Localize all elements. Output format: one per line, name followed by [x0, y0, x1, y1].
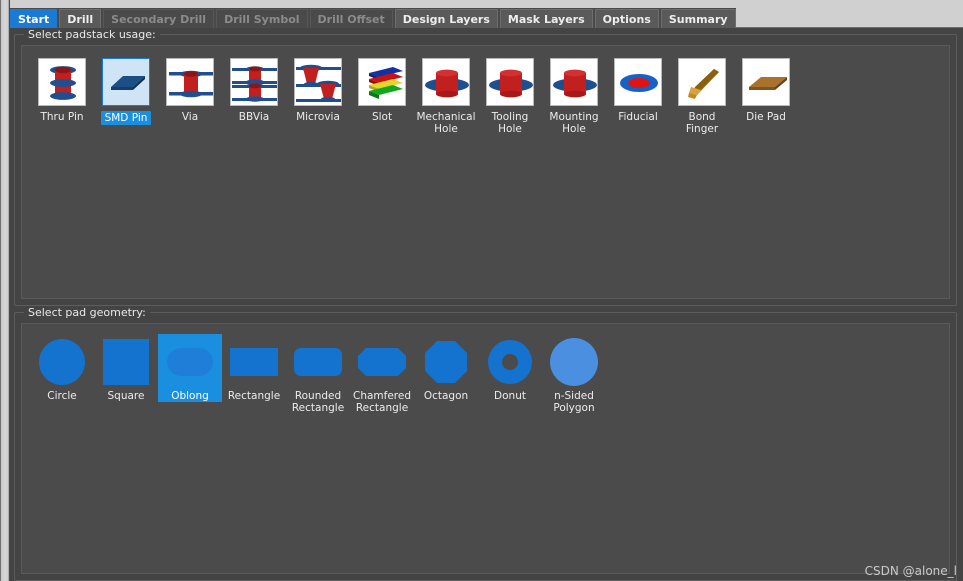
thru-pin-icon [38, 58, 86, 106]
tab-drill[interactable]: Drill [59, 9, 102, 28]
padstack-usage-item-thru-pin[interactable]: Thru Pin [30, 56, 94, 123]
die-pad-icon [742, 58, 790, 106]
circle-shape-icon [38, 338, 86, 386]
microvia-icon [294, 58, 342, 106]
padstack-usage-item-bbvia[interactable]: BBVia [222, 56, 286, 123]
slot-icon [358, 58, 406, 106]
pad-geometry-item-label: Square [107, 390, 145, 402]
pad-geometry-item-label: Octagon [423, 390, 469, 402]
padstack-usage-group: Select padstack usage: Thru Pin SMD Pin … [14, 28, 957, 306]
pad-geometry-item-oblong[interactable]: Oblong [158, 334, 222, 402]
pad-geometry-item-square[interactable]: Square [94, 334, 158, 402]
padstack-usage-item-label: BBVia [238, 111, 270, 123]
tab-design-layers[interactable]: Design Layers [394, 9, 498, 28]
pad-geometry-item-label: Chamfered Rectangle [352, 390, 412, 414]
main-content: Select padstack usage: Thru Pin SMD Pin … [0, 28, 963, 581]
pad-geometry-list: Circle Square Oblong Rectangle Rounded R… [30, 334, 941, 414]
pad-geometry-panel: Circle Square Oblong Rectangle Rounded R… [21, 323, 950, 574]
padstack-usage-item-fiducial[interactable]: Fiducial [606, 56, 670, 123]
padstack-usage-item-smd-pin[interactable]: SMD Pin [94, 56, 158, 125]
rectangle-shape-icon [230, 338, 278, 386]
padstack-usage-item-label: Mounting Hole [549, 111, 599, 135]
mechanical-hole-icon [422, 58, 470, 106]
pad-geometry-item-label: Circle [47, 390, 77, 402]
via-icon [166, 58, 214, 106]
padstack-usage-item-microvia[interactable]: Microvia [286, 56, 350, 123]
padstack-usage-item-label: Bond Finger [685, 111, 719, 135]
bond-finger-icon [678, 58, 726, 106]
padstack-usage-item-mounting-hole[interactable]: Mounting Hole [542, 56, 606, 135]
pad-geometry-group: Select pad geometry: Circle Square Oblon… [14, 306, 957, 581]
pad-geometry-item-label: Donut [494, 390, 526, 402]
padstack-usage-panel: Thru Pin SMD Pin Via BBVia Microvia Slot… [21, 45, 950, 299]
pad-geometry-item-label: Rectangle [227, 390, 281, 402]
padstack-usage-item-label: Tooling Hole [491, 111, 529, 135]
padstack-usage-legend: Select padstack usage: [24, 28, 160, 41]
tooling-hole-icon [486, 58, 534, 106]
octagon-shape-icon [422, 338, 470, 386]
pad-geometry-item-rounded-rectangle[interactable]: Rounded Rectangle [286, 334, 350, 414]
bbvia-icon [230, 58, 278, 106]
rounded-rectangle-shape-icon [294, 338, 342, 386]
mounting-hole-icon [550, 58, 598, 106]
padstack-usage-item-label: Thru Pin [40, 111, 84, 123]
padstack-editor-window: Start Drill Secondary Drill Drill Symbol Dri… [0, 0, 963, 581]
tab-start[interactable]: Start [10, 9, 58, 28]
pad-geometry-item-rectangle[interactable]: Rectangle [222, 334, 286, 402]
padstack-usage-item-slot[interactable]: Slot [350, 56, 414, 123]
padstack-usage-item-label: Microvia [296, 111, 340, 123]
padstack-usage-item-label: Fiducial [618, 111, 658, 123]
pad-geometry-item-label: Rounded Rectangle [291, 390, 345, 414]
pad-geometry-item-n-sided-polygon[interactable]: n-Sided Polygon [542, 334, 606, 414]
padstack-usage-list: Thru Pin SMD Pin Via BBVia Microvia Slot… [30, 56, 941, 135]
oblong-shape-icon [166, 338, 214, 386]
padstack-usage-item-tooling-hole[interactable]: Tooling Hole [478, 56, 542, 135]
tab-bar: Start Drill Secondary Drill Drill Symbol Dri… [0, 0, 963, 28]
padstack-usage-item-label: Mechanical Hole [416, 111, 476, 135]
fiducial-icon [614, 58, 662, 106]
tab-list: Start Drill Secondary Drill Drill Symbol Dri… [10, 8, 736, 28]
padstack-usage-item-mechanical-hole[interactable]: Mechanical Hole [414, 56, 478, 135]
window-left-frame [0, 0, 10, 581]
tab-bar-filler [735, 8, 963, 28]
tab-bar-background [0, 0, 963, 8]
padstack-usage-item-die-pad[interactable]: Die Pad [734, 56, 798, 123]
padstack-usage-item-label: Via [181, 111, 199, 123]
pad-geometry-item-octagon[interactable]: Octagon [414, 334, 478, 402]
pad-geometry-item-label: n-Sided Polygon [553, 390, 595, 414]
donut-shape-icon [486, 338, 534, 386]
pad-geometry-item-donut[interactable]: Donut [478, 334, 542, 402]
tab-options[interactable]: Options [594, 9, 659, 28]
padstack-usage-item-label: Die Pad [746, 111, 786, 123]
pad-geometry-item-chamfered-rectangle[interactable]: Chamfered Rectangle [350, 334, 414, 414]
pad-geometry-item-label: Oblong [171, 390, 209, 402]
tab-drill-offset: Drill Offset [309, 9, 393, 28]
n-sided-polygon-shape-icon [550, 338, 598, 386]
padstack-usage-item-bond-finger[interactable]: Bond Finger [670, 56, 734, 135]
tab-mask-layers[interactable]: Mask Layers [499, 9, 593, 28]
tab-summary[interactable]: Summary [660, 9, 736, 28]
padstack-usage-item-label: SMD Pin [100, 111, 152, 125]
tab-secondary-drill: Secondary Drill [103, 9, 215, 28]
padstack-usage-item-via[interactable]: Via [158, 56, 222, 123]
smd-pin-icon [102, 58, 150, 106]
chamfered-rectangle-shape-icon [358, 338, 406, 386]
tab-drill-symbol: Drill Symbol [216, 9, 308, 28]
square-shape-icon [102, 338, 150, 386]
pad-geometry-legend: Select pad geometry: [24, 306, 150, 319]
pad-geometry-item-circle[interactable]: Circle [30, 334, 94, 402]
padstack-usage-item-label: Slot [371, 111, 393, 123]
